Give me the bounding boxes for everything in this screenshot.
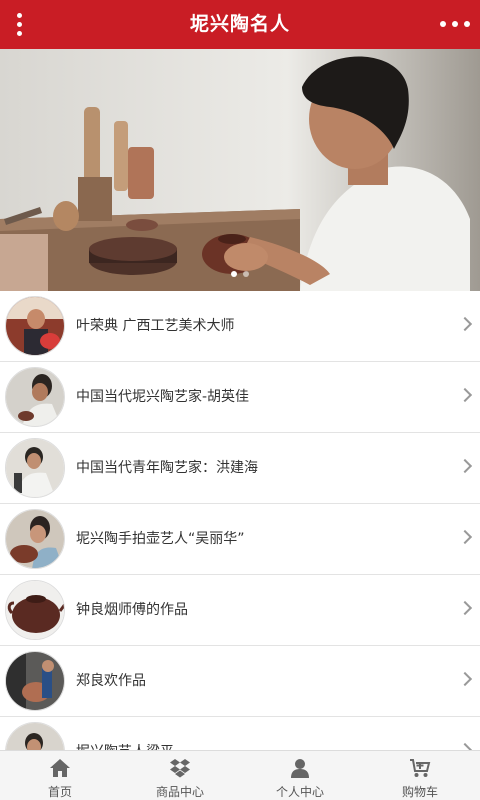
item-label: 中国当代坭兴陶艺家-胡英佳 — [76, 389, 250, 405]
list-item[interactable]: 坭兴陶艺人梁平 — [0, 717, 480, 750]
dropbox-icon — [170, 759, 190, 778]
item-label: 钟良烟师傅的作品 — [76, 602, 188, 618]
item-thumbnail — [5, 651, 65, 711]
carousel-dot[interactable] — [231, 271, 237, 277]
home-icon — [50, 759, 70, 777]
tab-products[interactable]: 商品中心 — [120, 751, 240, 800]
list-item[interactable]: 郑良欢作品 — [0, 646, 480, 717]
chevron-right-icon — [457, 529, 473, 545]
chevron-right-icon — [457, 458, 473, 474]
tab-label: 首页 — [47, 785, 72, 799]
carousel-indicators — [0, 271, 480, 277]
item-thumbnail — [5, 722, 65, 750]
chevron-right-icon — [457, 671, 473, 687]
tab-home[interactable]: 首页 — [0, 751, 120, 800]
item-thumbnail — [5, 580, 65, 640]
tab-cart[interactable]: 购物车 — [360, 751, 480, 800]
chevron-right-icon — [457, 316, 473, 332]
item-label: 郑良欢作品 — [76, 673, 146, 689]
item-label: 中国当代青年陶艺家：洪建海 — [76, 460, 258, 476]
list-item[interactable]: 坭兴陶手拍壶艺人“吴丽华” — [0, 504, 480, 575]
chevron-right-icon — [457, 387, 473, 403]
tab-label: 商品中心 — [155, 785, 204, 799]
bottom-tabbar: 首页 商品中心 个人中心 购物车 — [0, 750, 480, 800]
item-thumbnail — [5, 296, 65, 356]
list-item[interactable]: 中国当代青年陶艺家：洪建海 — [0, 433, 480, 504]
artist-list: 叶荣典 广西工艺美术大师 中国当代坭兴陶艺家-胡英佳 中国当代青年陶艺家：洪建海… — [0, 291, 480, 750]
item-thumbnail — [5, 367, 65, 427]
user-icon — [291, 759, 309, 778]
app-header: 坭兴陶名人 — [0, 0, 480, 49]
item-label: 坭兴陶艺人梁平 — [76, 717, 174, 750]
chevron-right-icon — [457, 600, 473, 616]
chevron-right-icon — [457, 742, 473, 750]
item-thumbnail — [5, 509, 65, 569]
banner-carousel[interactable] — [0, 49, 480, 291]
more-icon[interactable] — [440, 12, 470, 36]
list-item[interactable]: 中国当代坭兴陶艺家-胡英佳 — [0, 362, 480, 433]
item-thumbnail — [5, 438, 65, 498]
carousel-dot[interactable] — [243, 271, 249, 277]
item-label: 坭兴陶手拍壶艺人“吴丽华” — [76, 531, 245, 547]
banner-photo — [0, 49, 480, 291]
page-title: 坭兴陶名人 — [189, 13, 290, 35]
list-item[interactable]: 叶荣典 广西工艺美术大师 — [0, 291, 480, 362]
tab-label: 个人中心 — [275, 785, 324, 799]
cart-icon — [410, 759, 431, 777]
list-item[interactable]: 钟良烟师傅的作品 — [0, 575, 480, 646]
tab-profile[interactable]: 个人中心 — [240, 751, 360, 800]
item-label: 叶荣典 广西工艺美术大师 — [76, 318, 235, 334]
tab-label: 购物车 — [401, 785, 438, 799]
